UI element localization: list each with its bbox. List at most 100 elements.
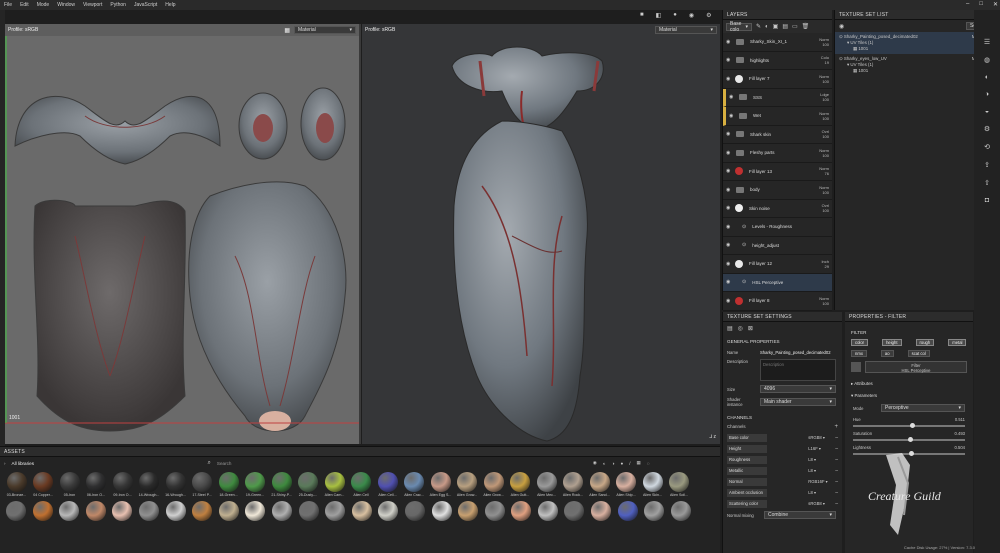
- add-effect-icon[interactable]: ✎: [756, 23, 761, 30]
- layer-row[interactable]: ◉ Fleshy parts Norm 100: [723, 144, 832, 163]
- layer-blend-opacity[interactable]: Ldge 100: [813, 92, 829, 102]
- asset-item[interactable]: Alien Sand...: [587, 472, 612, 497]
- normal-mixing-dropdown[interactable]: Combine ▾: [764, 511, 836, 519]
- remove-channel-icon[interactable]: –: [835, 468, 838, 474]
- param-value[interactable]: 0.493: [955, 431, 965, 436]
- asset-item[interactable]: Alien Skin...: [640, 472, 665, 497]
- material-sphere[interactable]: [644, 501, 665, 521]
- asset-item[interactable]: Alien Crac...: [402, 472, 427, 497]
- shader-icon[interactable]: ◑: [985, 91, 989, 98]
- layer-row[interactable]: ◉ Fill layer 8 Norm 100: [723, 292, 832, 311]
- material-sphere[interactable]: [617, 501, 638, 521]
- material-sphere[interactable]: [138, 501, 159, 521]
- material-sphere[interactable]: [591, 501, 612, 521]
- asset-item[interactable]: Alien Cell: [349, 472, 374, 497]
- filter-environment-icon[interactable]: ◌: [647, 461, 650, 466]
- channel-format[interactable]: sRGB8 ▾: [808, 435, 832, 440]
- channel-pill-rough[interactable]: rough: [915, 339, 935, 346]
- asset-item[interactable]: 14-Wrough...: [137, 472, 162, 497]
- size-dropdown[interactable]: 4096 ▾: [760, 385, 836, 393]
- asset-item[interactable]: 05-Iron: [57, 472, 82, 497]
- share-icon[interactable]: ⇧: [984, 179, 990, 187]
- channel-name[interactable]: Base color: [727, 433, 767, 442]
- menu-item-mode[interactable]: Mode: [37, 2, 50, 8]
- layer-blend-opacity[interactable]: Ovrl 100: [813, 203, 829, 213]
- layer-blend-opacity[interactable]: Norm100: [813, 148, 829, 158]
- channel-pill-metal[interactable]: metal: [948, 339, 967, 346]
- material-sphere[interactable]: [458, 501, 479, 521]
- display-settings-icon[interactable]: ⚙: [706, 12, 711, 19]
- asset-item[interactable]: 04 Copper...: [31, 472, 56, 497]
- layer-blend-opacity[interactable]: Norm100: [813, 296, 829, 306]
- eye-icon[interactable]: ◉: [726, 242, 732, 248]
- channel-format[interactable]: L8 ▾: [808, 468, 832, 473]
- filter-smart-icon[interactable]: ◐: [603, 461, 606, 466]
- channel-name[interactable]: Scattering color: [727, 499, 767, 508]
- material-sphere[interactable]: [6, 501, 26, 521]
- display-icon[interactable]: ◐: [985, 74, 989, 81]
- channel-pill-nmx[interactable]: nmx: [851, 350, 867, 357]
- eye-icon[interactable]: ◉: [726, 131, 732, 137]
- remove-channel-icon[interactable]: –: [835, 501, 838, 507]
- view-mode-icon[interactable]: ◧: [656, 12, 662, 19]
- material-sphere[interactable]: [165, 501, 186, 521]
- menu-item-file[interactable]: File: [4, 2, 12, 8]
- material-sphere[interactable]: [484, 501, 505, 521]
- material-sphere[interactable]: [537, 501, 558, 521]
- history-icon[interactable]: ⟲: [984, 143, 990, 151]
- param-value[interactable]: 0.511: [955, 417, 965, 422]
- eye-icon[interactable]: ◉: [839, 23, 844, 30]
- channel-format[interactable]: L8 ▾: [808, 457, 832, 462]
- eye-icon[interactable]: ◉: [726, 298, 732, 304]
- add-fill-layer-icon[interactable]: ▣: [773, 23, 779, 30]
- material-sphere[interactable]: [112, 501, 133, 521]
- layer-row[interactable]: ◉ Wet Norm 100: [723, 107, 832, 126]
- channel-format[interactable]: sRGB8 ▾: [808, 501, 832, 506]
- filter-selector[interactable]: Filter HSL Perceptive: [865, 361, 967, 373]
- texture-set-icon[interactable]: ◍: [984, 56, 990, 64]
- asset-item[interactable]: 16-Wrough...: [163, 472, 188, 497]
- minimize-icon[interactable]: –: [966, 1, 969, 8]
- channel-format[interactable]: L16F ▾: [808, 446, 832, 451]
- material-sphere[interactable]: [325, 501, 346, 521]
- layers-icon[interactable]: ☰: [984, 38, 990, 46]
- material-sphere[interactable]: [271, 501, 292, 521]
- asset-item[interactable]: Alien Grow...: [481, 472, 506, 497]
- asset-item[interactable]: 19-Green...: [243, 472, 268, 497]
- close-icon[interactable]: ✕: [993, 1, 998, 8]
- layer-row[interactable]: ◉ ⊙ Levels - Roughness: [723, 218, 832, 237]
- channel-name[interactable]: Height: [727, 444, 767, 453]
- layer-blend-opacity[interactable]: Norm 76: [813, 166, 829, 176]
- channel-dropdown[interactable]: Base colo ▾: [726, 21, 752, 33]
- remove-channel-icon[interactable]: –: [835, 457, 838, 463]
- asset-item[interactable]: 06-Iron O...: [84, 472, 109, 497]
- remove-channel-icon[interactable]: –: [835, 490, 838, 496]
- camera-icon[interactable]: ■: [640, 12, 644, 19]
- add-folder-icon[interactable]: ▭: [792, 23, 798, 30]
- add-mask-icon[interactable]: ◐: [765, 24, 769, 30]
- light-icon[interactable]: ◉: [689, 12, 694, 19]
- material-sphere[interactable]: [511, 501, 532, 521]
- menu-item-help[interactable]: Help: [165, 2, 175, 8]
- material-sphere[interactable]: [670, 501, 691, 521]
- layer-row[interactable]: ◉ Fill layer 7 Norm 100: [723, 70, 832, 89]
- filter-particles-icon[interactable]: ▦: [637, 460, 641, 466]
- mode-dropdown[interactable]: Perceptive ▾: [881, 404, 965, 412]
- asset-item[interactable]: 18-Green...: [216, 472, 241, 497]
- eye-icon[interactable]: ◉: [726, 39, 732, 45]
- asset-item[interactable]: Alien Rock...: [561, 472, 586, 497]
- layer-row[interactable]: ◉ Skin noise Ovrl 100: [723, 200, 832, 218]
- asset-item[interactable]: Alien Gutt...: [508, 472, 533, 497]
- mesh-tab-icon[interactable]: ◎: [738, 325, 743, 332]
- add-channel-icon[interactable]: +: [834, 424, 838, 430]
- eye-icon[interactable]: ◉: [726, 168, 732, 174]
- layer-row[interactable]: ◉ body Norm 100: [723, 181, 832, 200]
- slider-knob[interactable]: [908, 437, 914, 442]
- channel-pill-ao[interactable]: ao: [880, 350, 894, 357]
- bake-icon[interactable]: ◒: [985, 108, 989, 115]
- menu-item-viewport[interactable]: Viewport: [83, 2, 102, 8]
- material-sphere[interactable]: [245, 501, 266, 521]
- channel-pill-height[interactable]: height: [882, 339, 902, 346]
- viewport-3d-material-dropdown[interactable]: Material ▾: [655, 26, 717, 34]
- asset-item[interactable]: Alien Egg S...: [428, 472, 453, 497]
